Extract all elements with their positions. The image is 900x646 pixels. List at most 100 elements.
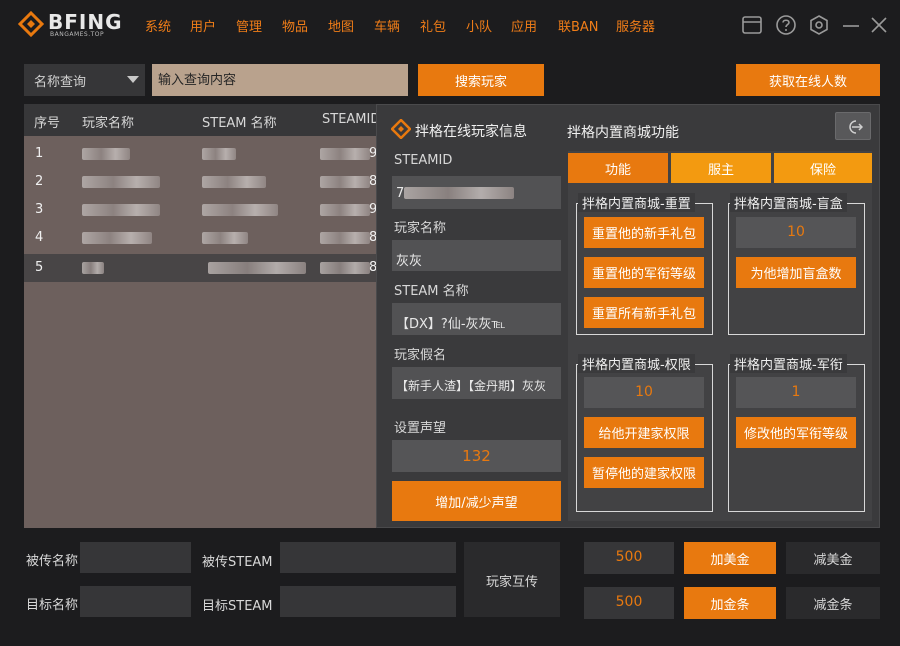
reset-all-newbie-gifts-button[interactable]: 重置所有新手礼包 xyxy=(584,297,704,328)
reset-group-title: 拌格内置商城-重置 xyxy=(578,193,695,212)
source-steam-label: 被传STEAM xyxy=(202,555,273,570)
source-name-label: 被传名称 xyxy=(26,554,79,569)
table-row[interactable]: 1 9 xyxy=(24,140,380,168)
column-index[interactable]: 序号 xyxy=(34,112,60,131)
blurred-steamid xyxy=(320,232,370,244)
window-icon[interactable] xyxy=(741,14,763,36)
blurred-steam-name xyxy=(202,176,266,188)
permission-value-input[interactable]: 10 xyxy=(584,377,704,408)
close-icon[interactable] xyxy=(868,14,890,36)
blurred-steam-name xyxy=(202,204,278,216)
title-bar: BFING BANGAMES.TOP 系统 用户 管理 物品 地图 车辆 礼包 … xyxy=(0,0,900,52)
permission-group-title: 拌格内置商城-权限 xyxy=(578,354,695,373)
row-index: 1 xyxy=(35,146,44,161)
table-row[interactable]: 2 8 xyxy=(24,168,380,196)
target-steam-input[interactable] xyxy=(280,586,456,617)
column-steam-name[interactable]: STEAM 名称 xyxy=(202,112,277,131)
reputation-input[interactable]: 132 xyxy=(392,440,561,472)
blurred-name xyxy=(82,262,104,274)
nav-items[interactable]: 物品 xyxy=(282,16,308,35)
steamid-field[interactable]: 7 xyxy=(392,176,561,209)
alias-field[interactable]: 【新手人渣】【金丹期】灰灰 xyxy=(392,367,561,399)
row-index: 2 xyxy=(35,174,44,189)
blindbox-count-input[interactable]: 10 xyxy=(736,217,856,248)
blurred-steamid xyxy=(320,148,370,160)
nav-apps[interactable]: 应用 xyxy=(511,16,537,35)
steamid-label: STEAMID xyxy=(394,153,453,168)
table-row[interactable]: 4 8 xyxy=(24,224,380,252)
logo-icon xyxy=(391,119,411,139)
adjust-reputation-button[interactable]: 增加/减少声望 xyxy=(392,481,561,521)
nav-map[interactable]: 地图 xyxy=(328,16,354,35)
logo-subtitle: BANGAMES.TOP xyxy=(50,31,105,38)
row-index: 5 xyxy=(35,260,44,275)
blurred-steam-name xyxy=(208,262,306,274)
blurred-steam-name xyxy=(202,232,248,244)
query-type-value: 名称查询 xyxy=(34,75,87,90)
blurred-name xyxy=(82,204,160,216)
steam-name-field[interactable]: 【DX】?仙-灰灰℡ xyxy=(392,303,561,335)
column-steamid[interactable]: STEAMID xyxy=(322,112,380,127)
settings-icon[interactable] xyxy=(808,14,830,36)
nav-vehicle[interactable]: 车辆 xyxy=(374,16,400,35)
rank-group-title: 拌格内置商城-军衔 xyxy=(730,354,847,373)
blurred-name xyxy=(82,176,160,188)
logo-icon xyxy=(18,11,44,37)
blindbox-group-title: 拌格内置商城-盲盒 xyxy=(730,193,847,212)
add-usd-button[interactable]: 加美金 xyxy=(684,542,776,574)
add-gold-button[interactable]: 加金条 xyxy=(684,587,776,619)
column-player-name[interactable]: 玩家名称 xyxy=(82,112,134,131)
row-index: 4 xyxy=(35,230,44,245)
target-name-input[interactable] xyxy=(80,586,191,617)
player-transfer-button[interactable]: 玩家互传 xyxy=(464,542,560,617)
reset-rank-button[interactable]: 重置他的军衔等级 xyxy=(584,257,704,288)
search-player-button[interactable]: 搜索玩家 xyxy=(418,64,544,96)
minimize-icon[interactable] xyxy=(840,14,862,36)
reputation-label: 设置声望 xyxy=(394,421,447,436)
blurred-steamid xyxy=(404,187,514,199)
nav-system[interactable]: 系统 xyxy=(145,16,171,35)
target-name-label: 目标名称 xyxy=(26,598,79,613)
gold-amount-input[interactable]: 500 xyxy=(584,587,674,619)
player-info-panel: 拌格在线玩家信息 STEAMID 7 玩家名称 灰灰 STEAM 名称 【DX】… xyxy=(376,104,880,528)
player-name-label: 玩家名称 xyxy=(394,221,447,236)
alias-label: 玩家假名 xyxy=(394,348,447,363)
modify-rank-button[interactable]: 修改他的军衔等级 xyxy=(736,417,856,448)
grant-build-permission-button[interactable]: 给他开建家权限 xyxy=(584,417,704,448)
source-steam-input[interactable] xyxy=(280,542,456,573)
nav-squad[interactable]: 小队 xyxy=(466,16,492,35)
usd-amount-input[interactable]: 500 xyxy=(584,542,674,574)
blurred-steamid xyxy=(320,262,370,274)
blurred-name xyxy=(82,148,130,160)
table-row-selected[interactable]: 5 8 xyxy=(24,254,380,282)
get-online-count-button[interactable]: 获取在线人数 xyxy=(736,64,880,96)
help-icon[interactable] xyxy=(775,14,797,36)
table-row[interactable]: 3 9 xyxy=(24,196,380,224)
subtract-gold-button[interactable]: 减金条 xyxy=(786,587,880,619)
target-steam-label: 目标STEAM xyxy=(202,599,273,614)
exit-button[interactable] xyxy=(835,112,871,140)
suspend-build-permission-button[interactable]: 暂停他的建家权限 xyxy=(584,457,704,488)
panel-title: 拌格在线玩家信息 xyxy=(415,124,527,140)
nav-user[interactable]: 用户 xyxy=(190,16,216,35)
rank-value-input[interactable]: 1 xyxy=(736,377,856,408)
tab-function[interactable]: 功能 xyxy=(568,153,668,183)
query-type-select[interactable]: 名称查询 xyxy=(24,64,145,96)
blurred-name xyxy=(82,232,152,244)
player-table: 序号 玩家名称 STEAM 名称 STEAMID 1 9 2 8 3 9 4 8… xyxy=(24,104,380,528)
nav-manage[interactable]: 管理 xyxy=(236,16,262,35)
chevron-down-icon xyxy=(127,76,139,83)
tab-insurance[interactable]: 保险 xyxy=(774,153,872,183)
reset-newbie-gift-button[interactable]: 重置他的新手礼包 xyxy=(584,217,704,248)
nav-ban[interactable]: 联BAN xyxy=(558,16,599,35)
nav-gift[interactable]: 礼包 xyxy=(420,16,446,35)
tab-owner[interactable]: 服主 xyxy=(671,153,771,183)
nav-server[interactable]: 服务器 xyxy=(616,16,655,35)
player-name-field[interactable]: 灰灰 xyxy=(392,240,561,271)
search-input[interactable] xyxy=(152,64,408,96)
table-header: 序号 玩家名称 STEAM 名称 STEAMID xyxy=(24,104,380,136)
add-blindbox-button[interactable]: 为他增加盲盒数 xyxy=(736,257,856,288)
blurred-steamid xyxy=(320,204,370,216)
subtract-usd-button[interactable]: 减美金 xyxy=(786,542,880,574)
source-name-input[interactable] xyxy=(80,542,191,573)
